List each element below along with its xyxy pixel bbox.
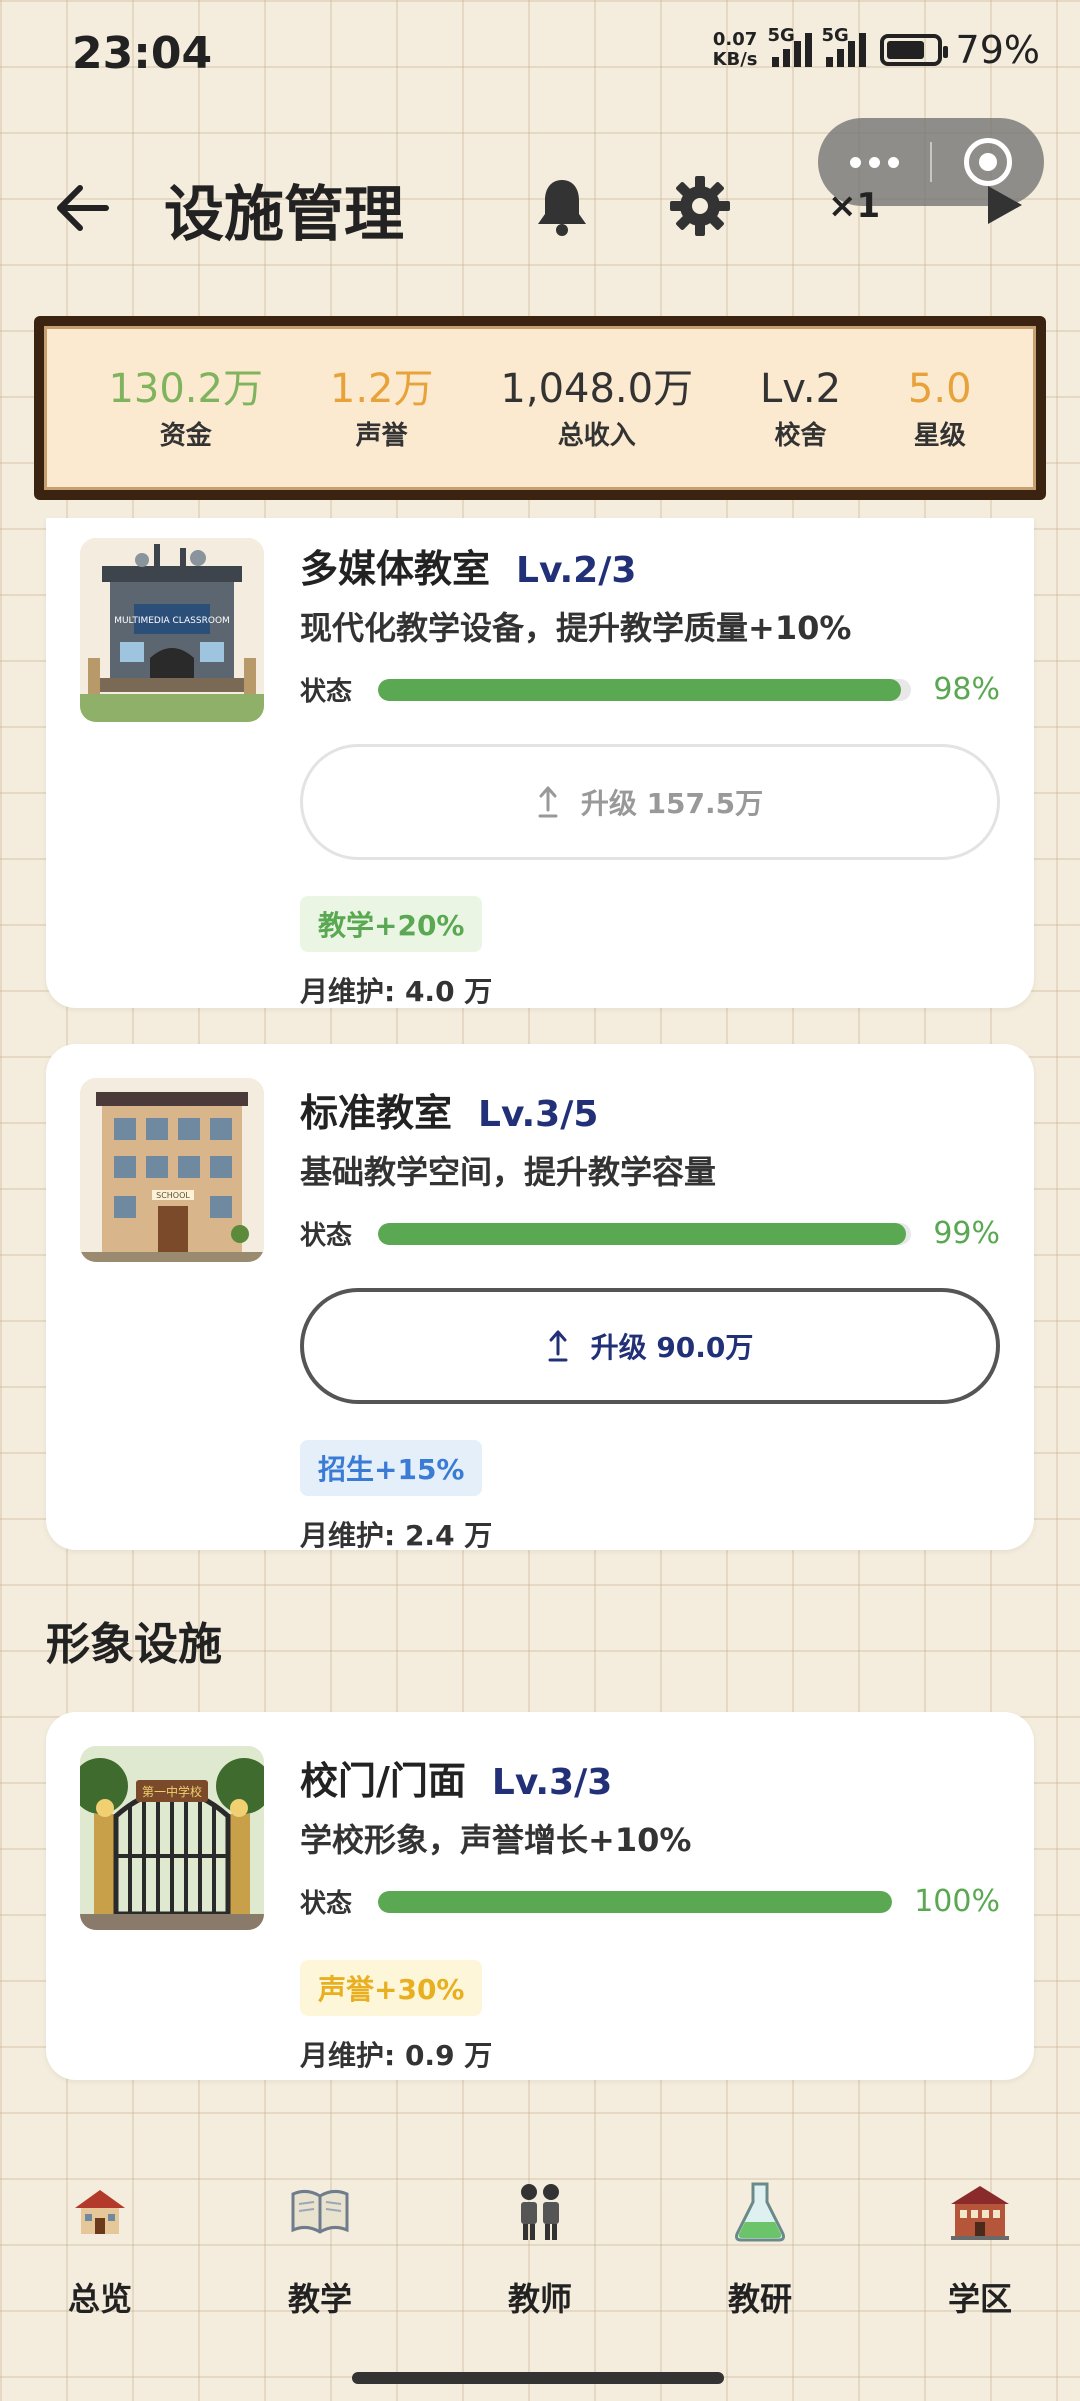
- nav-label: 教研: [727, 2280, 792, 2318]
- stat-label: 星级: [913, 420, 966, 451]
- status-bar-fill: [378, 1890, 893, 1913]
- game-speed-label[interactable]: ×1: [828, 186, 880, 226]
- upgrade-arrow-icon: [538, 786, 558, 818]
- status-indicators: 0.07 KB/s 5G 5G 79%: [712, 25, 1040, 72]
- signal-1-icon: 5G: [768, 25, 812, 67]
- status-bar: 23:04 0.07 KB/s 5G 5G 79%: [0, 0, 1080, 110]
- status-bar-track: [378, 1890, 893, 1913]
- battery-icon: [879, 34, 948, 66]
- stats-panel: 130.2万 资金 1.2万 声誉 1,048.0万 总收入 Lv.2 校舍 5…: [34, 316, 1046, 500]
- gear-icon[interactable]: [668, 174, 732, 238]
- stat-value: 130.2万: [108, 365, 263, 412]
- stat-reputation: 1.2万 声誉: [330, 365, 434, 452]
- facility-description: 现代化教学设备，提升教学质量+10%: [300, 609, 852, 647]
- close-target-icon[interactable]: [932, 138, 1044, 186]
- facility-title: 标准教室 Lv.3/5: [300, 1082, 1000, 1137]
- image-caption: 第一中学校: [142, 1784, 202, 1799]
- status-row: 状态 99%: [300, 1215, 1000, 1252]
- bonus-tag: 招生+15%: [300, 1440, 483, 1496]
- facility-title: 校门/门面 Lv.3/3: [300, 1750, 1000, 1805]
- maintenance-cost: 月维护: 2.4 万: [300, 1519, 493, 1552]
- image-caption: MULTIMEDIA CLASSROOM: [114, 616, 230, 626]
- nav-label: 学区: [947, 2280, 1012, 2318]
- facility-title: 多媒体教室 Lv.2/3: [300, 538, 1000, 593]
- upgrade-button[interactable]: 升级 157.5万: [300, 744, 1000, 860]
- school-building-icon: [951, 2186, 1009, 2240]
- image-caption: SCHOOL: [156, 1191, 190, 1200]
- stat-value: 5.0: [907, 365, 972, 412]
- stat-value: 1,048.0万: [500, 365, 694, 412]
- facility-name: 校门/门面: [300, 1759, 466, 1803]
- school-house-icon: [75, 2190, 125, 2234]
- nav-label: 教师: [507, 2280, 572, 2318]
- status-label: 状态: [300, 1221, 353, 1251]
- upgrade-label: 升级 90.0万: [590, 1331, 754, 1364]
- nav-item-teachers[interactable]: 教师: [470, 2168, 610, 2318]
- status-percent: 98%: [933, 672, 1000, 707]
- bonus-tag: 声誉+30%: [300, 1960, 483, 2016]
- stat-funds: 130.2万 资金: [108, 365, 263, 452]
- more-menu-icon[interactable]: [818, 156, 930, 168]
- status-time: 23:04: [72, 28, 213, 79]
- facility-name: 多媒体教室: [300, 547, 491, 591]
- maintenance-cost: 月维护: 4.0 万: [300, 975, 493, 1008]
- nav-label: 总览: [67, 2280, 132, 2318]
- status-percent: 100%: [914, 1884, 1000, 1919]
- bell-icon[interactable]: [532, 176, 592, 238]
- maintenance-cost: 月维护: 0.9 万: [300, 2039, 493, 2072]
- page-title: 设施管理: [164, 180, 404, 250]
- facility-description: 基础教学空间，提升教学容量: [300, 1153, 717, 1191]
- status-bar-fill: [378, 678, 901, 701]
- stat-star-rating: 5.0 星级: [908, 365, 972, 452]
- standard-classroom-image: SCHOOL: [80, 1078, 264, 1262]
- network-speed: 0.07 KB/s: [712, 29, 758, 70]
- open-book-icon: [291, 2189, 349, 2234]
- back-arrow-icon[interactable]: [50, 176, 114, 240]
- stat-label: 声誉: [355, 420, 408, 451]
- stat-label: 资金: [159, 420, 212, 451]
- facility-name: 标准教室: [300, 1091, 453, 1135]
- school-gate-image: 第一中学校: [80, 1746, 264, 1930]
- status-bar-track: [378, 1222, 912, 1245]
- facility-card-multimedia: MULTIMEDIA CLASSROOM 多媒体教室 Lv.2/3 现代化教学设…: [46, 518, 1034, 1008]
- facility-level: Lv.3/5: [478, 1094, 599, 1135]
- facility-card-gate: 第一中学校 校门/门面 Lv.3/3 学校形象，声誉增长+10% 状态 100%…: [46, 1712, 1034, 2080]
- signal-2-icon: 5G: [822, 25, 866, 67]
- status-row: 状态 100%: [300, 1883, 1000, 1920]
- multimedia-classroom-image: MULTIMEDIA CLASSROOM: [80, 538, 264, 722]
- facility-description: 学校形象，声誉增长+10%: [300, 1821, 692, 1859]
- stat-campus-level: Lv.2 校舍: [760, 365, 841, 452]
- status-label: 状态: [300, 1889, 353, 1919]
- bonus-tag: 教学+20%: [300, 896, 483, 952]
- facility-level: Lv.2/3: [516, 550, 637, 591]
- status-label: 状态: [300, 677, 353, 707]
- nav-item-research[interactable]: 教研: [690, 2168, 830, 2318]
- home-indicator[interactable]: [352, 2372, 724, 2384]
- stat-value: 1.2万: [329, 365, 434, 412]
- battery-percent: 79%: [955, 28, 1040, 72]
- flask-icon: [735, 2182, 785, 2242]
- play-icon[interactable]: [986, 184, 1024, 226]
- bottom-nav: 总览 教学 教师 教研 学区: [0, 2168, 1080, 2318]
- nav-item-overview[interactable]: 总览: [30, 2168, 170, 2318]
- status-bar-fill: [378, 1222, 906, 1245]
- upgrade-button[interactable]: 升级 90.0万: [300, 1288, 1000, 1404]
- facility-level: Lv.3/3: [491, 1762, 613, 1803]
- stat-label: 校舍: [774, 420, 827, 451]
- stat-label: 总收入: [557, 420, 636, 451]
- stat-total-income: 1,048.0万 总收入: [500, 365, 693, 452]
- teachers-icon: [521, 2184, 559, 2240]
- nav-label: 教学: [287, 2280, 352, 2318]
- upgrade-label: 升级 157.5万: [580, 787, 764, 820]
- status-percent: 99%: [933, 1216, 1000, 1251]
- status-row: 状态 98%: [300, 671, 1000, 708]
- nav-item-district[interactable]: 学区: [910, 2168, 1050, 2318]
- nav-item-teaching[interactable]: 教学: [250, 2168, 390, 2318]
- upgrade-arrow-icon: [548, 1330, 568, 1362]
- section-title: 形象设施: [46, 1619, 222, 1670]
- facility-card-standard: SCHOOL 标准教室 Lv.3/5 基础教学空间，提升教学容量 状态 99% …: [46, 1044, 1034, 1552]
- status-bar-track: [378, 678, 912, 701]
- stat-value: Lv.2: [760, 365, 842, 412]
